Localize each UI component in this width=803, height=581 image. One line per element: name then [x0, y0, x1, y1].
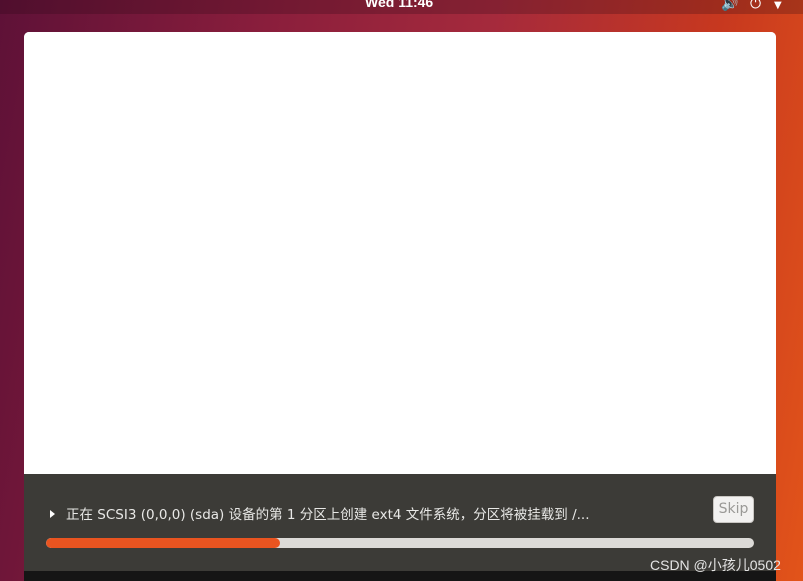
installer-window: 正在 SCSI3 (0,0,0) (sda) 设备的第 1 分区上创建 ext4… [24, 32, 776, 581]
skip-button[interactable]: Skip [713, 496, 754, 523]
power-icon[interactable]: ⏻ [750, 0, 761, 11]
clock[interactable]: Wed 11:46 [365, 0, 433, 10]
progress-fill [46, 538, 280, 548]
chevron-down-icon[interactable]: ▼ [774, 0, 782, 13]
top-panel: Wed 11:46 🔊 ⏻ ▼ [0, 0, 803, 14]
install-progress-bar [46, 538, 754, 548]
watermark: CSDN @小孩儿0502 [650, 557, 781, 573]
slideshow-area [24, 32, 776, 474]
expand-details-icon[interactable] [50, 510, 55, 518]
install-status-text: 正在 SCSI3 (0,0,0) (sda) 设备的第 1 分区上创建 ext4… [66, 507, 590, 523]
speaker-icon[interactable]: 🔊 [721, 0, 738, 11]
